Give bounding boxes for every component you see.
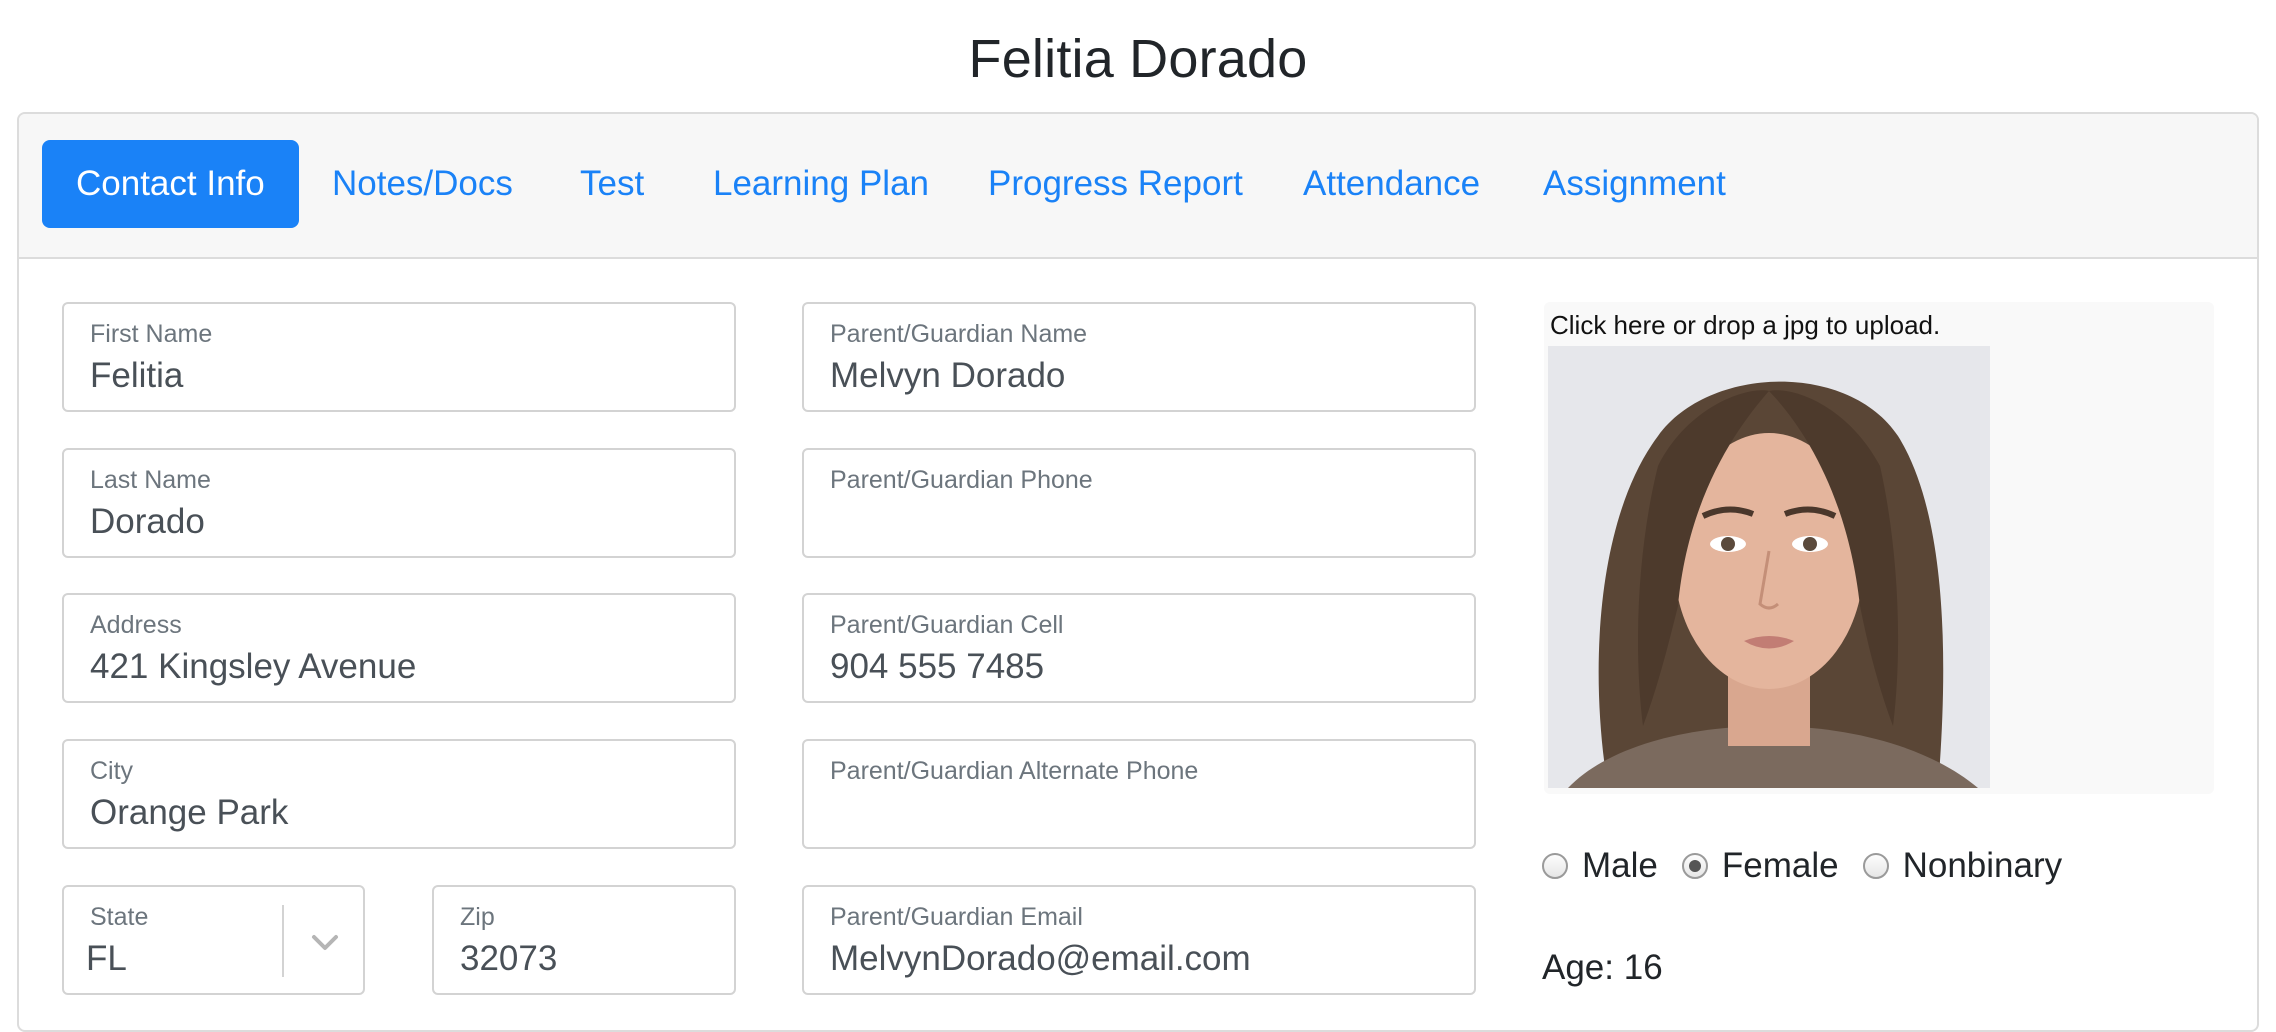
portrait-image bbox=[1548, 346, 1990, 788]
tab-assignment[interactable]: Assignment bbox=[1543, 140, 1726, 228]
address-input[interactable] bbox=[90, 647, 708, 687]
photo-upload-dropzone[interactable]: Click here or drop a jpg to upload. bbox=[1544, 302, 2214, 794]
state-label: State bbox=[90, 903, 149, 931]
guardian-phone-label: Parent/Guardian Phone bbox=[830, 466, 1093, 494]
chevron-down-icon[interactable] bbox=[308, 925, 342, 959]
guardian-alt-phone-label: Parent/Guardian Alternate Phone bbox=[830, 757, 1199, 785]
student-photo bbox=[1548, 346, 1990, 788]
tab-learning-plan[interactable]: Learning Plan bbox=[713, 140, 929, 228]
age-display: Age: 16 bbox=[1542, 948, 1663, 987]
page-title: Felitia Dorado bbox=[968, 29, 1308, 89]
first-name-label: First Name bbox=[90, 320, 213, 348]
guardian-name-field: Parent/Guardian Name bbox=[802, 302, 1476, 412]
guardian-alt-phone-field: Parent/Guardian Alternate Phone bbox=[802, 739, 1476, 849]
guardian-email-label: Parent/Guardian Email bbox=[830, 903, 1083, 931]
tab-notes-docs[interactable]: Notes/Docs bbox=[332, 140, 513, 228]
guardian-name-input[interactable] bbox=[830, 356, 1448, 396]
gender-female-radio[interactable] bbox=[1681, 853, 1708, 879]
city-field: City bbox=[62, 739, 736, 849]
gender-radio-group: Male Female Nonbinary bbox=[1542, 844, 2086, 888]
guardian-cell-label: Parent/Guardian Cell bbox=[830, 611, 1064, 639]
city-input[interactable] bbox=[90, 793, 708, 833]
guardian-email-input[interactable] bbox=[830, 939, 1448, 979]
gender-female-label: Female bbox=[1721, 846, 1839, 885]
guardian-phone-field: Parent/Guardian Phone bbox=[802, 448, 1476, 558]
guardian-cell-input[interactable] bbox=[830, 647, 1448, 687]
guardian-name-label: Parent/Guardian Name bbox=[830, 320, 1088, 348]
last-name-field: Last Name bbox=[62, 448, 736, 558]
gender-nonbinary-label: Nonbinary bbox=[1902, 846, 2063, 885]
zip-label: Zip bbox=[460, 903, 495, 931]
city-label: City bbox=[90, 757, 134, 785]
gender-male-radio[interactable] bbox=[1542, 853, 1568, 879]
tab-bar: Contact Info Notes/Docs Test Learning Pl… bbox=[19, 114, 2257, 259]
upload-prompt: Click here or drop a jpg to upload. bbox=[1550, 310, 1941, 340]
guardian-alt-phone-input[interactable] bbox=[830, 793, 1448, 833]
guardian-phone-input[interactable] bbox=[830, 502, 1448, 542]
state-value: FL bbox=[86, 939, 127, 978]
zip-input[interactable] bbox=[460, 939, 708, 979]
tab-attendance[interactable]: Attendance bbox=[1303, 140, 1480, 228]
zip-field: Zip bbox=[432, 885, 736, 995]
state-select[interactable]: State FL bbox=[62, 885, 365, 995]
first-name-field: First Name bbox=[62, 302, 736, 412]
guardian-cell-field: Parent/Guardian Cell bbox=[802, 593, 1476, 703]
address-field: Address bbox=[62, 593, 736, 703]
gender-nonbinary-radio[interactable] bbox=[1862, 853, 1889, 879]
tab-progress-report[interactable]: Progress Report bbox=[988, 140, 1243, 228]
address-label: Address bbox=[90, 611, 182, 639]
last-name-input[interactable] bbox=[90, 502, 708, 542]
tab-test[interactable]: Test bbox=[580, 140, 644, 228]
last-name-label: Last Name bbox=[90, 466, 211, 494]
first-name-input[interactable] bbox=[90, 356, 708, 396]
select-divider bbox=[282, 905, 284, 977]
tab-contact-info[interactable]: Contact Info bbox=[42, 140, 299, 228]
gender-male-label: Male bbox=[1582, 846, 1658, 885]
guardian-email-field: Parent/Guardian Email bbox=[802, 885, 1476, 995]
